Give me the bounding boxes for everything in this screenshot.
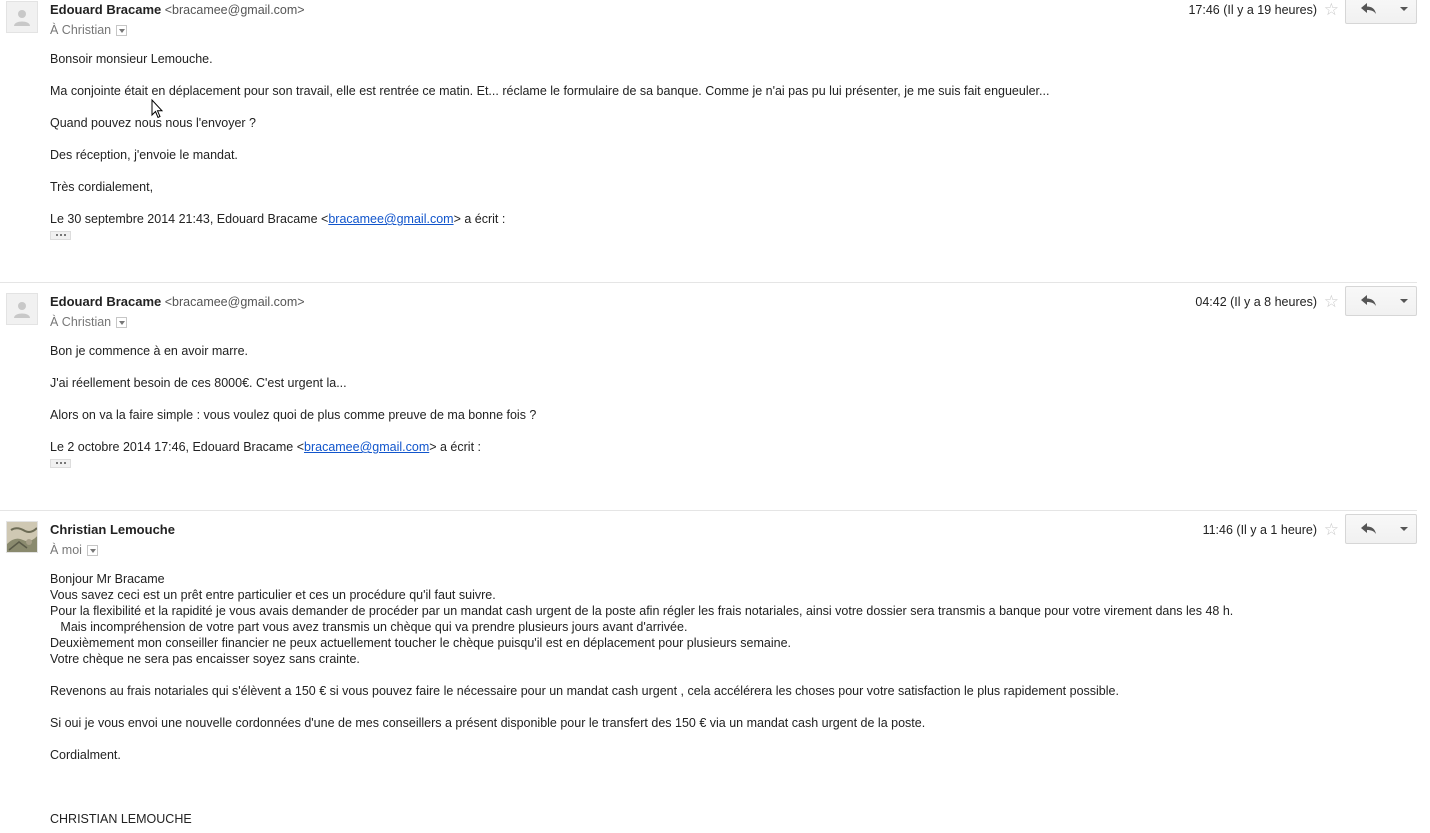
- sender-email: <bracamee@gmail.com>: [164, 295, 305, 309]
- reply-icon: [1361, 3, 1376, 14]
- message-time: 17:46 (Il y a 19 heures): [1188, 3, 1317, 17]
- message-time: 04:42 (Il y a 8 heures): [1195, 295, 1317, 309]
- email-link[interactable]: bracamee@gmail.com: [328, 212, 453, 226]
- email-link[interactable]: bracamee@gmail.com: [304, 440, 429, 454]
- reply-button[interactable]: [1345, 286, 1393, 316]
- recipient-label: À Christian: [50, 315, 112, 329]
- recipient-label: À moi: [50, 543, 82, 557]
- message-divider: [0, 510, 1417, 511]
- body-paragraph: Des réception, j'envoie le mandat.: [50, 148, 238, 162]
- recipient-line: À Christian: [50, 315, 128, 329]
- star-icon[interactable]: ☆: [1324, 292, 1339, 312]
- body-line: Bonjour Mr Bracame: [50, 572, 165, 586]
- recipient-line: À Christian: [50, 23, 128, 37]
- more-options-button[interactable]: [1392, 0, 1417, 24]
- sender-line: Edouard Bracame <bracamee@gmail.com>: [50, 2, 305, 17]
- show-details-chevron-icon[interactable]: [86, 544, 98, 556]
- mouse-cursor-icon: [151, 99, 163, 119]
- show-details-chevron-icon[interactable]: [116, 24, 128, 36]
- body-paragraph: J'ai réellement besoin de ces 8000€. C'e…: [50, 376, 347, 390]
- reply-icon: [1361, 523, 1376, 534]
- show-trimmed-content-button[interactable]: [50, 459, 71, 468]
- sender-name[interactable]: Edouard Bracame: [50, 2, 161, 17]
- body-paragraph: Ma conjointe était en déplacement pour s…: [50, 84, 1050, 98]
- reply-icon: [1361, 295, 1376, 306]
- body-line: Deuxièmement mon conseiller financier ne…: [50, 636, 792, 650]
- recipient-label: À Christian: [50, 23, 112, 37]
- body-line: Pour la flexibilité et la rapidité je vo…: [50, 604, 1234, 618]
- photo-avatar[interactable]: [6, 521, 38, 553]
- show-trimmed-content-button[interactable]: [50, 231, 71, 240]
- more-options-button[interactable]: [1392, 514, 1417, 544]
- message-body: Bonjour Mr Bracame Vous savez ceci est u…: [50, 571, 1410, 827]
- sender-name[interactable]: Christian Lemouche: [50, 522, 175, 537]
- show-details-chevron-icon[interactable]: [116, 316, 128, 328]
- message-body: Bonsoir monsieur Lemouche. Ma conjointe …: [50, 51, 1410, 243]
- body-line: Vous savez ceci est un prêt entre partic…: [50, 588, 496, 602]
- sender-line: Edouard Bracame <bracamee@gmail.com>: [50, 294, 305, 309]
- sender-name[interactable]: Edouard Bracame: [50, 294, 161, 309]
- star-icon[interactable]: ☆: [1324, 520, 1339, 540]
- star-icon[interactable]: ☆: [1324, 0, 1339, 20]
- sender-email: <bracamee@gmail.com>: [164, 3, 305, 17]
- reply-button[interactable]: [1345, 0, 1393, 24]
- body-line: Revenons au frais notariales qui s'élève…: [50, 684, 1119, 698]
- body-paragraph: Alors on va la faire simple : vous voule…: [50, 408, 537, 422]
- reply-button[interactable]: [1345, 514, 1393, 544]
- signature: CHRISTIAN LEMOUCHE: [50, 812, 192, 826]
- body-paragraph: Bon je commence à en avoir marre.: [50, 344, 249, 358]
- message-body: Bon je commence à en avoir marre. J'ai r…: [50, 343, 1410, 471]
- quote-attribution: Le 2 octobre 2014 17:46, Edouard Bracame…: [50, 440, 481, 454]
- message-time: 11:46 (Il y a 1 heure): [1202, 523, 1317, 537]
- body-paragraph: Quand pouvez nous nous l'envoyer ?: [50, 116, 256, 130]
- body-paragraph: Bonsoir monsieur Lemouche.: [50, 52, 213, 66]
- message-divider: [0, 282, 1417, 283]
- default-person-icon[interactable]: [6, 293, 38, 325]
- body-line: Mais incompréhension de votre part vous …: [50, 620, 688, 634]
- sender-line: Christian Lemouche: [50, 522, 175, 537]
- body-line: Si oui je vous envoi une nouvelle cordon…: [50, 716, 926, 730]
- quote-attribution: Le 30 septembre 2014 21:43, Edouard Brac…: [50, 212, 506, 226]
- body-line: Votre chèque ne sera pas encaisser soyez…: [50, 652, 360, 666]
- body-paragraph: Très cordialement,: [50, 180, 154, 194]
- default-person-icon[interactable]: [6, 1, 38, 33]
- body-line: Cordialment.: [50, 748, 121, 762]
- recipient-line: À moi: [50, 543, 98, 557]
- more-options-button[interactable]: [1392, 286, 1417, 316]
